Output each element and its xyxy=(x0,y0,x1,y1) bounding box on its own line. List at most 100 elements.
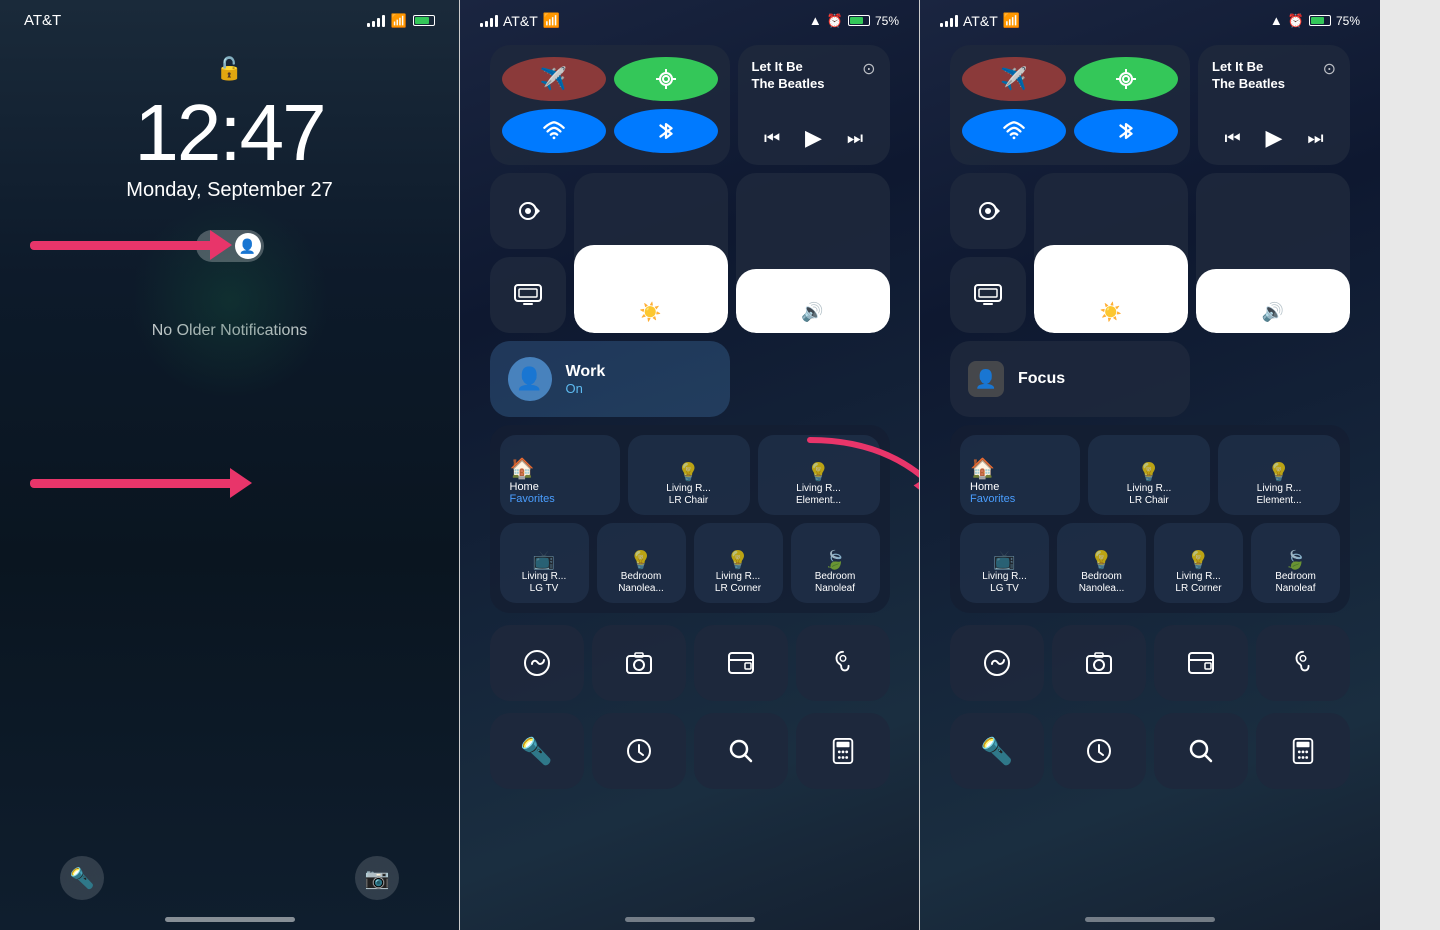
cc-bottom-row-3 xyxy=(950,625,1350,701)
airplane-mode-button[interactable]: ✈️ xyxy=(502,57,606,101)
camera-button[interactable] xyxy=(592,625,686,701)
person-icon: 👤 xyxy=(239,238,256,255)
flashlight-button[interactable]: 🔦 xyxy=(490,713,584,789)
status-bar: AT&T 📶 xyxy=(0,0,459,29)
home-item-nanoleaf-name-2: BedroomNanoleaf xyxy=(1275,571,1316,595)
home-item-bedroom-nano-2[interactable]: 💡 BedroomNanolea... xyxy=(1057,523,1146,603)
home-item-lr-corner-2[interactable]: 💡 Living R...LR Corner xyxy=(1154,523,1243,603)
bluetooth-button-2[interactable] xyxy=(1074,109,1178,153)
light-icon-7: 💡 xyxy=(1090,550,1112,571)
play-button-2[interactable]: ▶ xyxy=(1266,125,1283,151)
airplay-icon-2[interactable]: ⊙ xyxy=(1323,59,1336,79)
nanoleaf-icon-2: 🍃 xyxy=(1284,550,1306,571)
focus-label: Work xyxy=(566,363,606,381)
calculator-button[interactable] xyxy=(796,713,890,789)
home-label-2: Home xyxy=(970,481,999,493)
home-item-lr-chair[interactable]: 💡 Living R...LR Chair xyxy=(628,435,750,515)
airplay-icon[interactable]: ⊙ xyxy=(862,59,875,79)
wifi-button[interactable] xyxy=(502,109,606,153)
home-item-lr-chair-2[interactable]: 💡 Living R...LR Chair xyxy=(1088,435,1210,515)
bluetooth-button[interactable] xyxy=(614,109,718,153)
prev-button[interactable]: ⏮ xyxy=(764,128,780,149)
cc-status-bar-2: AT&T 📶 ▲ ⏰ 75% xyxy=(920,0,1380,29)
screen-time-button[interactable] xyxy=(592,713,686,789)
tv-icon: 📺 xyxy=(533,550,555,571)
signal-icon-2 xyxy=(940,15,958,27)
home-item-tv-name-2: Living R...LG TV xyxy=(982,571,1026,595)
rotation-lock-button-2[interactable] xyxy=(950,173,1026,249)
shazam-button-2[interactable] xyxy=(950,625,1044,701)
status-icons: 📶 xyxy=(367,13,435,29)
home-row-1-2: 🏠 Home Favorites 💡 Living R...LR Chair 💡… xyxy=(960,435,1340,515)
home-item-lgtv-2[interactable]: 📺 Living R...LG TV xyxy=(960,523,1049,603)
home-item-bedroom-nanoleaf-2[interactable]: 🍃 BedroomNanoleaf xyxy=(1251,523,1340,603)
connectivity-block: ✈️ xyxy=(490,45,730,165)
home-main-button[interactable]: 🏠 Home Favorites xyxy=(500,435,620,515)
airplane-mode-button-2[interactable]: ✈️ xyxy=(962,57,1066,101)
flashlight-button[interactable]: 🔦 xyxy=(60,856,104,900)
home-item-lgtv[interactable]: 📺 Living R...LG TV xyxy=(500,523,589,603)
music-controls-2: ⏮ ▶ ⏭ xyxy=(1212,125,1336,151)
lock-time: 12:47 xyxy=(134,93,324,173)
home-item-tv-name: Living R...LG TV xyxy=(522,571,566,595)
signal-icon xyxy=(367,15,385,27)
wallet-button[interactable] xyxy=(694,625,788,701)
rotation-lock-button[interactable] xyxy=(490,173,566,249)
lock-icon: 🔓 xyxy=(210,49,250,89)
home-section: 🏠 Home Favorites 💡 Living R...LR Chair 💡… xyxy=(490,425,890,613)
home-icon-2: 🏠 xyxy=(970,456,995,481)
brightness-slider[interactable]: ☀️ xyxy=(574,173,728,333)
hearing-button-2[interactable] xyxy=(1256,625,1350,701)
prev-button-2[interactable]: ⏮ xyxy=(1224,128,1240,149)
camera-button[interactable]: 📷 xyxy=(355,856,399,900)
cc-small-buttons-group-2 xyxy=(950,173,1026,333)
next-button-2[interactable]: ⏭ xyxy=(1307,128,1323,149)
wifi-icon: 📶 xyxy=(543,12,560,29)
home-item-bedroom-nano[interactable]: 💡 BedroomNanolea... xyxy=(597,523,686,603)
brightness-slider-2[interactable]: ☀️ xyxy=(1034,173,1188,333)
volume-slider[interactable]: 🔊 xyxy=(736,173,890,333)
wifi-icon: 📶 xyxy=(391,13,407,29)
volume-slider-2[interactable]: 🔊 xyxy=(1196,173,1350,333)
music-top: Let It Be The Beatles ⊙ xyxy=(752,59,876,93)
shazam-button[interactable] xyxy=(490,625,584,701)
magnifier-button[interactable] xyxy=(694,713,788,789)
lock-bottom-bar: 🔦 📷 xyxy=(0,856,459,900)
music-title: Let It Be xyxy=(752,59,825,76)
home-item-lr-element[interactable]: 💡 Living R...Element... xyxy=(758,435,880,515)
light-icon-4: 💡 xyxy=(727,550,749,571)
home-row-2-2: 📺 Living R...LG TV 💡 BedroomNanolea... 💡… xyxy=(960,523,1340,603)
camera-button-2[interactable] xyxy=(1052,625,1146,701)
cellular-button-2[interactable] xyxy=(1074,57,1178,101)
light-icon: 💡 xyxy=(677,462,699,483)
play-button[interactable]: ▶ xyxy=(805,125,822,151)
nanoleaf-icon: 🍃 xyxy=(824,550,846,571)
hearing-button[interactable] xyxy=(796,625,890,701)
control-center-panel-after: AT&T 📶 ▲ ⏰ 75% ✈️ xyxy=(920,0,1380,930)
arrow-head xyxy=(210,230,232,260)
wifi-button-2[interactable] xyxy=(962,109,1066,153)
home-main-button-2[interactable]: 🏠 Home Favorites xyxy=(960,435,1080,515)
home-item-lr-corner[interactable]: 💡 Living R...LR Corner xyxy=(694,523,783,603)
tv-icon-2: 📺 xyxy=(993,550,1015,571)
screen-mirror-button[interactable] xyxy=(490,257,566,333)
magnifier-button-2[interactable] xyxy=(1154,713,1248,789)
cc-row-focus: 👤 Work On xyxy=(490,341,890,417)
cc-small-buttons-group xyxy=(490,173,566,333)
focus-work-button[interactable]: 👤 Work On xyxy=(490,341,730,417)
calculator-button-2[interactable] xyxy=(1256,713,1350,789)
flashlight-button-2[interactable]: 🔦 xyxy=(950,713,1044,789)
cc-sliders-group: ☀️ 🔊 xyxy=(574,173,890,333)
screen-mirror-button-2[interactable] xyxy=(950,257,1026,333)
light-icon-3: 💡 xyxy=(630,550,652,571)
focus-icon: 👤 xyxy=(508,357,552,401)
screen-time-button-2[interactable] xyxy=(1052,713,1146,789)
home-item-corner-name: Living R...LR Corner xyxy=(715,571,761,595)
next-button[interactable]: ⏭ xyxy=(847,128,863,149)
wallet-button-2[interactable] xyxy=(1154,625,1248,701)
focus-button-renamed[interactable]: 👤 Focus xyxy=(950,341,1190,417)
brightness-icon: ☀️ xyxy=(639,302,661,323)
home-item-bedroom-nanoleaf[interactable]: 🍃 BedroomNanoleaf xyxy=(791,523,880,603)
cellular-button[interactable] xyxy=(614,57,718,101)
home-item-lr-element-2[interactable]: 💡 Living R...Element... xyxy=(1218,435,1340,515)
